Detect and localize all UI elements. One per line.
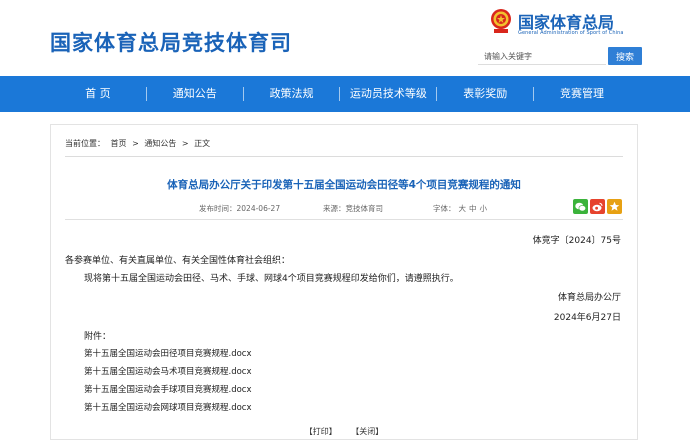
article-body: 现将第十五届全国运动会田径、马术、手球、网球4个项目竞赛规程印发给你们，请遵照执… (84, 274, 459, 284)
attachment-link[interactable]: 第十五届全国运动会田径项目竞赛规程.docx (84, 348, 252, 366)
publish-date: 发布时间：2024-06-27 (199, 204, 281, 213)
nav-item-home[interactable]: 首 页 (50, 76, 146, 112)
print-button[interactable]: 【打印】 (305, 427, 337, 436)
breadcrumb-notices[interactable]: 通知公告 (144, 139, 176, 148)
main-nav: 首 页 通知公告 政策法规 运动员技术等级 表彰奖励 竞赛管理 (0, 76, 690, 112)
search-button[interactable]: 搜索 (608, 47, 642, 65)
breadcrumb-prefix: 当前位置： (65, 139, 105, 148)
attachment-link[interactable]: 第十五届全国运动会网球项目竞赛规程.docx (84, 402, 252, 420)
document-number: 体竞字〔2024〕75号 (532, 236, 621, 246)
share-bar (573, 199, 622, 215)
close-button[interactable]: 【关闭】 (351, 427, 383, 436)
sign-date: 2024年6月27日 (553, 313, 621, 323)
site-header: 国家体育总局竞技体育司 国家体育总局 General Administratio… (0, 0, 690, 76)
font-size-medium[interactable]: 中 (469, 204, 477, 213)
article-panel: 当前位置： 首页 > 通知公告 > 正文 体育总局办公厅关于印发第十五届全国运动… (50, 124, 638, 440)
site-title[interactable]: 国家体育总局竞技体育司 (50, 27, 292, 57)
article-title: 体育总局办公厅关于印发第十五届全国运动会田径等4个项目竞赛规程的通知 (167, 179, 521, 191)
article-actions: 【打印】 【关闭】 (51, 426, 637, 437)
nav-item-awards[interactable]: 表彰奖励 (437, 76, 533, 112)
nav-item-athlete-grades[interactable]: 运动员技术等级 (340, 76, 436, 112)
national-emblem-icon (491, 9, 511, 33)
favorite-star-icon[interactable] (607, 199, 622, 214)
wechat-icon[interactable] (573, 199, 588, 214)
signer: 体育总局办公厅 (557, 293, 621, 303)
attachments-list: 第十五届全国运动会田径项目竞赛规程.docx 第十五届全国运动会马术项目竞赛规程… (84, 348, 252, 420)
font-size-controls: 字体：大中小 (433, 203, 487, 214)
breadcrumb-current: 正文 (194, 139, 211, 148)
nav-item-notices[interactable]: 通知公告 (147, 76, 243, 112)
attachment-link[interactable]: 第十五届全国运动会手球项目竞赛规程.docx (84, 384, 252, 402)
breadcrumb-separator: > (132, 139, 139, 148)
nav-item-policies[interactable]: 政策法规 (244, 76, 340, 112)
nav-item-competition[interactable]: 竞赛管理 (534, 76, 630, 112)
breadcrumb-home[interactable]: 首页 (111, 139, 127, 148)
breadcrumb-separator: > (181, 139, 189, 148)
breadcrumb: 当前位置： 首页 > 通知公告 > 正文 (65, 138, 213, 149)
font-size-small[interactable]: 小 (480, 204, 488, 213)
attachment-link[interactable]: 第十五届全国运动会马术项目竞赛规程.docx (84, 366, 252, 384)
attachments-label: 附件： (84, 332, 112, 342)
breadcrumb-divider (65, 156, 623, 157)
font-size-large[interactable]: 大 (459, 204, 467, 213)
meta-divider (65, 219, 623, 220)
font-size-label: 字体： (433, 204, 456, 213)
salutation: 各参赛单位、有关直属单位、有关全国性体育社会组织： (65, 256, 291, 266)
brand-name-en: General Administration of Sport of China (518, 30, 624, 36)
search-input[interactable] (478, 49, 606, 65)
brand-logo[interactable]: 国家体育总局 General Administration of Sport o… (490, 8, 650, 40)
weibo-icon[interactable] (590, 199, 605, 214)
article-source: 来源：竞技体育司 (323, 204, 383, 213)
